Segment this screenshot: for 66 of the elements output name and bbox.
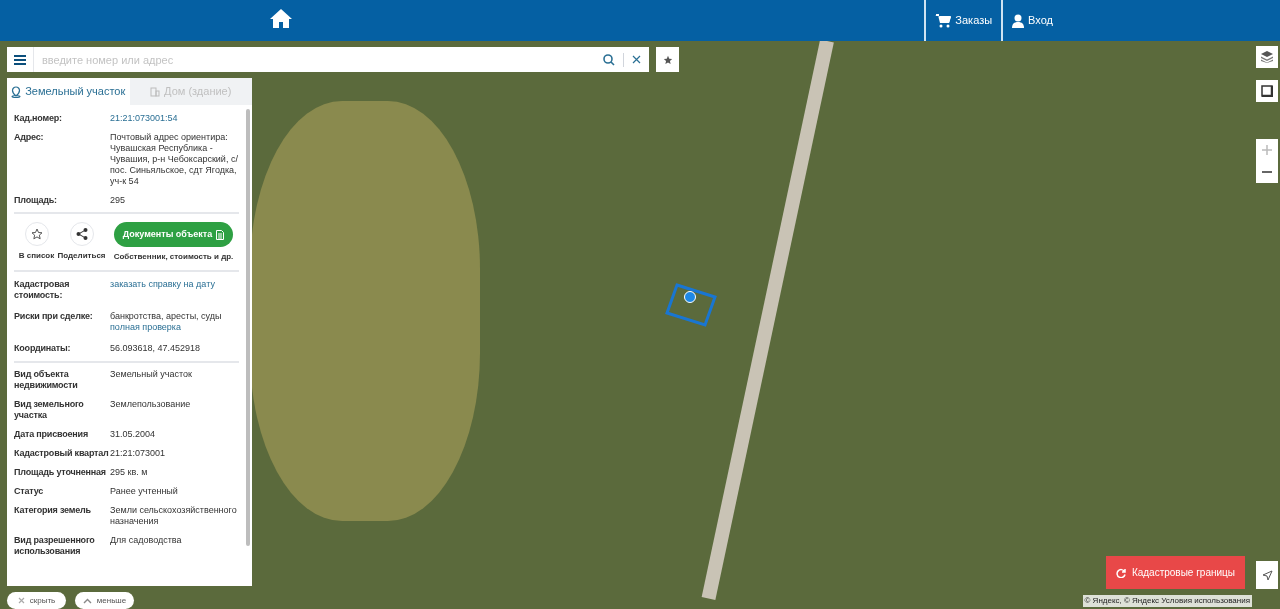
layers-button[interactable]	[1256, 46, 1278, 68]
home-icon[interactable]	[270, 9, 292, 28]
scrollbar[interactable]	[246, 109, 250, 546]
action-label: В список	[18, 250, 55, 261]
field-label: Адрес:	[14, 132, 45, 144]
field-label: Вид разрешенного использования	[14, 535, 96, 557]
chevron-up-icon	[82, 597, 92, 604]
field-value: 295	[110, 195, 127, 206]
ruler-button[interactable]	[1256, 80, 1278, 102]
cart-icon	[935, 13, 952, 28]
field-value: 56.093618, 47.452918	[110, 343, 202, 354]
field-label: Вид земельного участка	[14, 399, 85, 421]
close-icon[interactable]	[632, 55, 641, 64]
cadastral-borders-button[interactable]: Кадастровые границы	[1105, 556, 1245, 589]
location-marker	[684, 291, 696, 303]
close-icon	[17, 597, 25, 604]
field-value: Земли сельскохозяйственного назначения	[110, 505, 238, 527]
field-label: Кадастровый квартал	[14, 448, 110, 459]
hide-button[interactable]: скрыть	[7, 592, 66, 609]
field-value: 295 кв. м	[110, 467, 149, 478]
documents-caption: Собственник, стоимость и др.	[113, 251, 234, 262]
field-value: Для садоводства	[110, 535, 183, 546]
plus-icon	[1262, 145, 1272, 155]
field-label: Координаты:	[14, 343, 72, 354]
building-icon	[150, 86, 161, 97]
login-button[interactable]: Вход	[1003, 0, 1062, 41]
pin-icon	[11, 85, 22, 98]
parcel-outline	[665, 283, 717, 327]
navigation-arrow-icon	[1261, 569, 1273, 581]
layers-icon	[1261, 51, 1273, 63]
refresh-icon	[1115, 567, 1126, 578]
document-icon	[216, 229, 225, 240]
menu-icon	[14, 54, 26, 65]
field-label: Статус	[14, 486, 45, 497]
field-value: 21:21:073001	[110, 448, 167, 459]
documents-button[interactable]: Документы объекта	[113, 222, 234, 247]
search-icon[interactable]	[603, 53, 615, 66]
value-link[interactable]: заказать справку на дату	[110, 279, 239, 290]
field-value: банкротства, аресты, суды	[110, 311, 223, 322]
star-icon	[30, 228, 43, 240]
field-value: Землепользование	[110, 399, 192, 410]
check-link[interactable]: полная проверка	[110, 322, 239, 333]
field-label: Категория земель	[14, 505, 92, 517]
field-label: Вид объекта недвижимости	[14, 369, 79, 391]
geolocation-button[interactable]	[1256, 561, 1278, 589]
field-value: Ранее учтенный	[110, 486, 179, 497]
favorite-button[interactable]	[656, 47, 679, 72]
field-value: 31.05.2004	[110, 429, 157, 440]
field-value: Земельный участок	[110, 369, 193, 380]
field-label: Дата присвоения	[14, 429, 89, 440]
field-value: Почтовый адрес ориентира: Чувашская Республика - Чувашия, р-н Чебоксарский, с/пос. Синьяльское, сдт Ягодка, уч-к 54	[110, 132, 239, 187]
field-label: Кад.номер:	[14, 113, 63, 124]
zoom-out-button[interactable]	[1256, 161, 1278, 183]
share-icon	[75, 228, 88, 240]
field-label: Площадь:	[14, 195, 58, 206]
minus-icon	[1262, 171, 1272, 173]
star-icon	[662, 54, 673, 65]
action-label: Поделиться	[57, 250, 106, 261]
user-icon	[1012, 13, 1025, 28]
field-label: Площадь уточненная	[14, 467, 107, 478]
collapse-button[interactable]: меньше	[75, 592, 134, 609]
value-link[interactable]: 21:21:073001:54	[110, 113, 239, 124]
map-attribution: © Яндекс, © Яндекс Условия использования	[1082, 595, 1252, 607]
field-label: Кадастровая стоимость:	[14, 279, 71, 301]
field-label: Риски при сделке:	[14, 311, 94, 323]
square-icon	[1261, 85, 1273, 97]
